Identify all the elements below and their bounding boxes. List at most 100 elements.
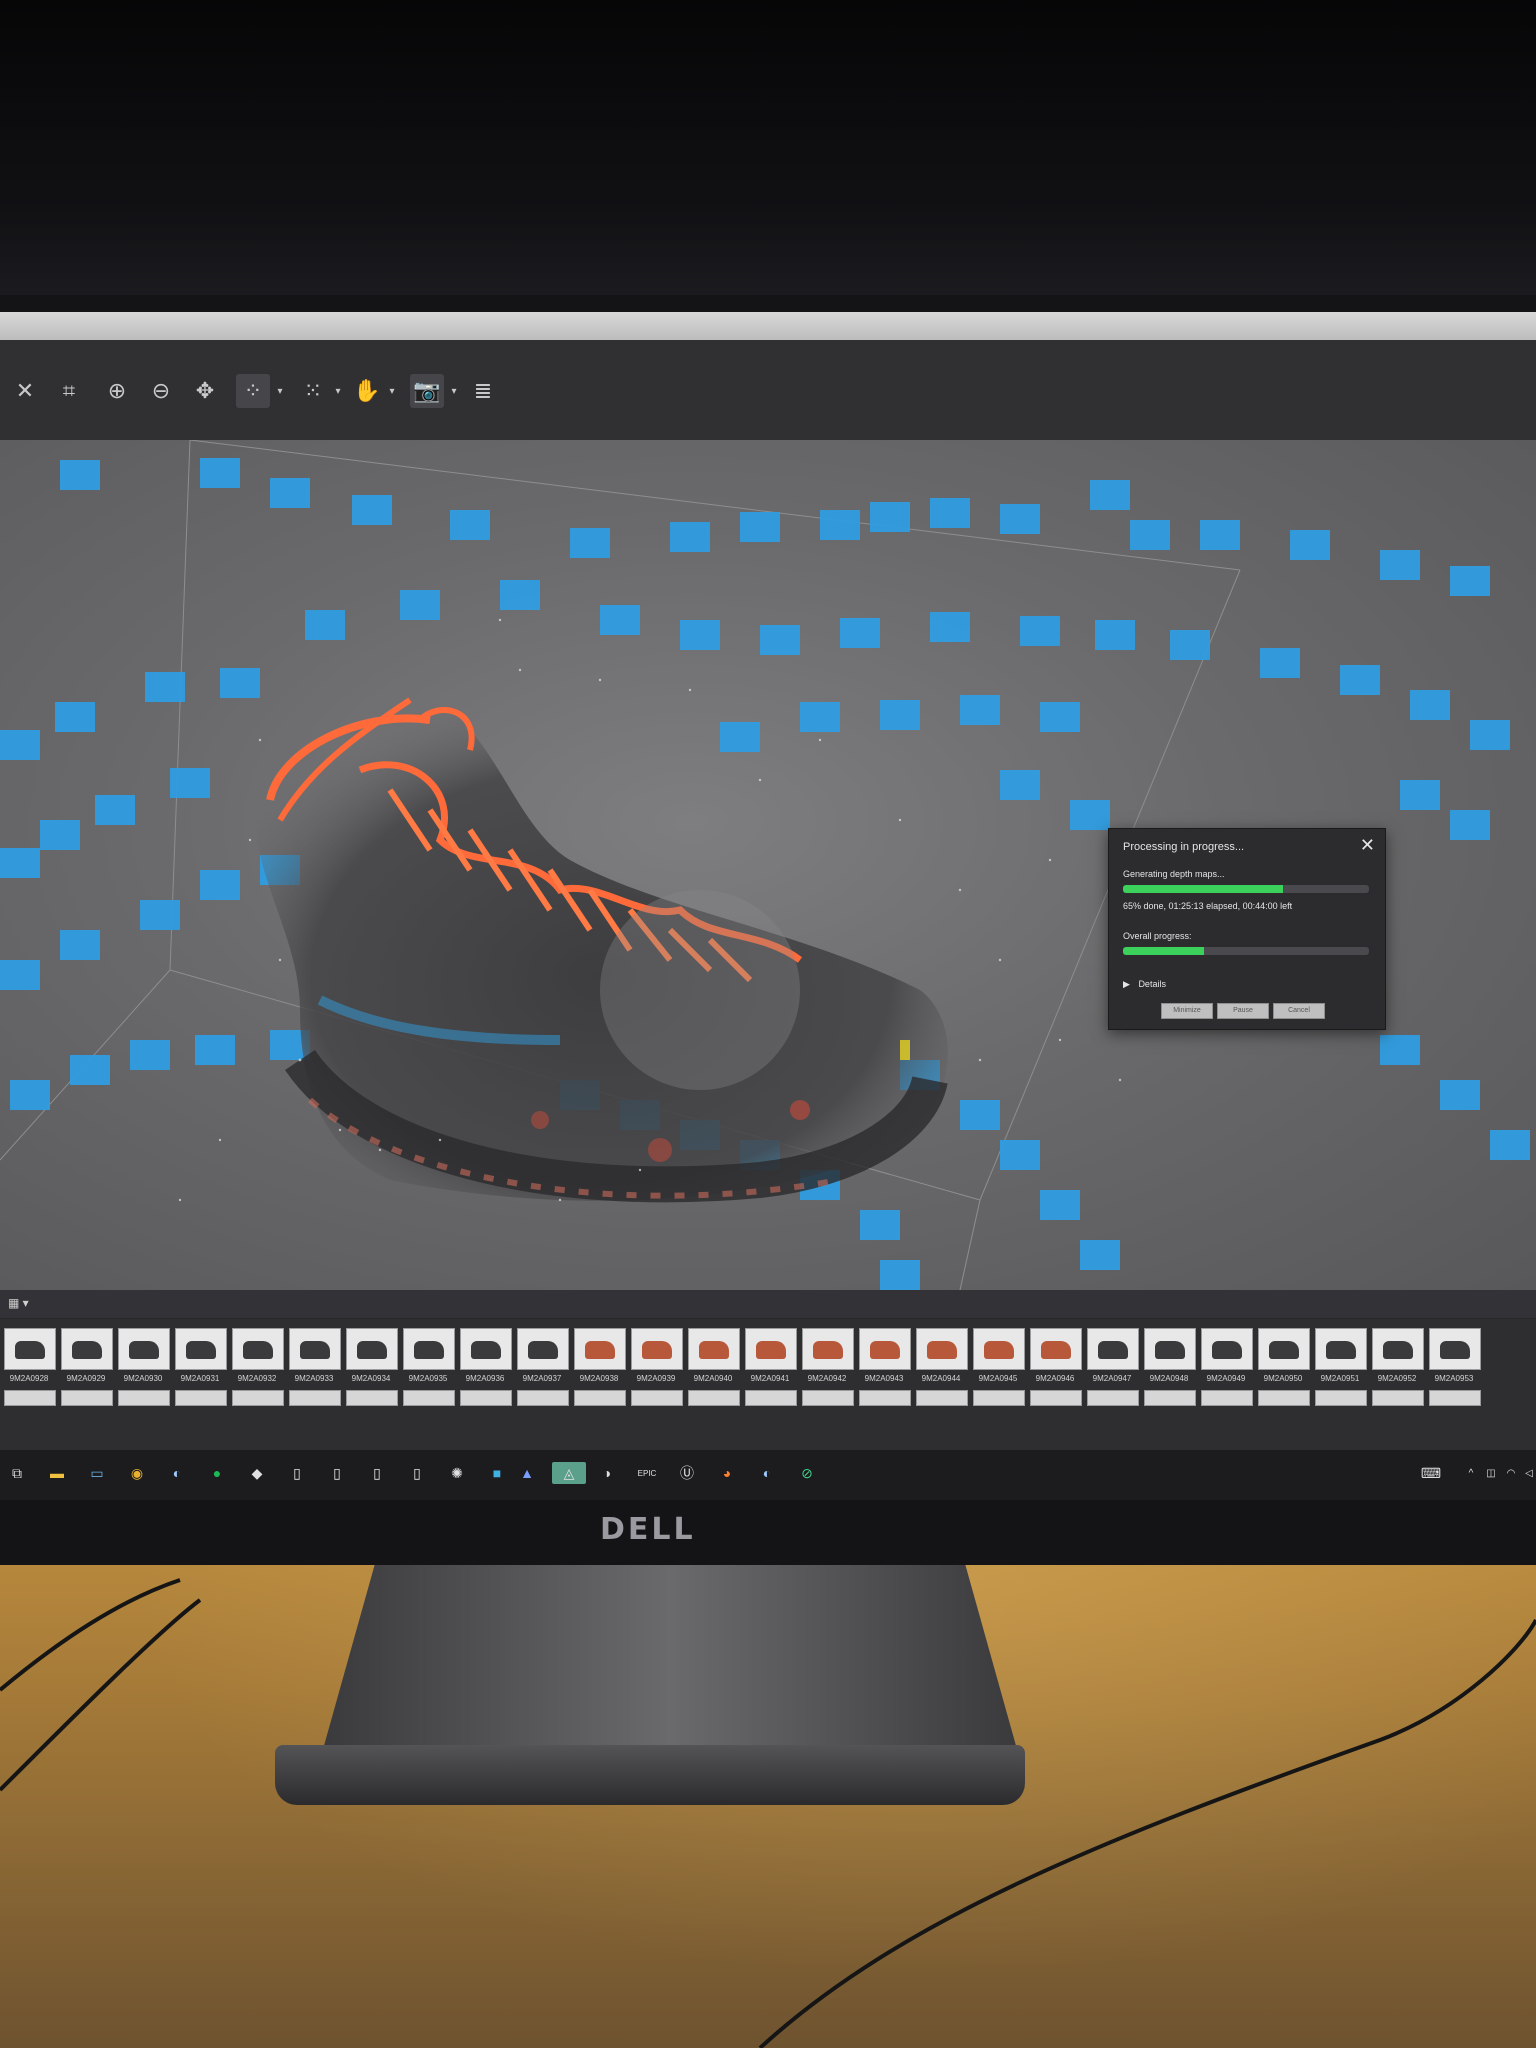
dots-grid-icon[interactable]: ⁘ [236,374,270,408]
app-icon[interactable]: ◆ [246,1462,268,1484]
app-icon[interactable]: ■ [486,1462,508,1484]
spotify-icon[interactable]: ● [206,1462,228,1484]
photo-thumbnail[interactable] [517,1390,569,1406]
photo-thumbnail[interactable] [517,1328,569,1370]
photo-thumbnail[interactable] [403,1328,455,1370]
photo-thumbnail[interactable] [973,1390,1025,1406]
photo-thumbnail[interactable] [1087,1390,1139,1406]
close-icon[interactable]: ✕ [8,374,42,408]
photo-thumbnail[interactable] [916,1390,968,1406]
aperture-icon[interactable]: ✺ [446,1462,468,1484]
photo-thumbnail[interactable] [460,1390,512,1406]
photo-thumbnail[interactable] [1315,1390,1367,1406]
photo-thumbnail-label: 9M2A0950 [1263,1374,1303,1383]
photo-thumbnail[interactable] [859,1390,911,1406]
chevron-down-icon[interactable]: ▾ [446,374,462,408]
chevron-up-icon[interactable]: ^ [1460,1462,1482,1484]
photo-thumbnail[interactable] [1258,1390,1310,1406]
document-icon[interactable]: ▯ [366,1462,388,1484]
photo-thumbnail[interactable] [61,1328,113,1370]
hand-icon[interactable]: ✋ [350,374,384,408]
photo-thumbnail[interactable] [688,1328,740,1370]
photo-thumbnail[interactable] [289,1390,341,1406]
document-icon[interactable]: ▯ [286,1462,308,1484]
minimize-button[interactable]: Minimize [1161,1003,1213,1019]
photo-thumbnail[interactable] [1087,1328,1139,1370]
photo-thumbnail[interactable] [4,1328,56,1370]
view-mode-icon[interactable]: ▦ ▾ [8,1296,29,1310]
photo-thumbnail[interactable] [175,1390,227,1406]
photo-thumbnail[interactable] [859,1328,911,1370]
photo-thumbnail[interactable] [232,1328,284,1370]
photo-thumbnail[interactable] [745,1328,797,1370]
photo-thumbnail[interactable] [346,1390,398,1406]
photo-thumbnail[interactable] [916,1328,968,1370]
photo-thumbnail[interactable] [574,1390,626,1406]
photos-icon[interactable]: ▭ [86,1462,108,1484]
file-explorer-icon[interactable]: ▬ [46,1462,68,1484]
photo-thumbnail[interactable] [232,1390,284,1406]
photo-thumbnail[interactable] [289,1328,341,1370]
details-toggle[interactable]: ▶ Details [1123,979,1166,990]
network-icon[interactable]: ◫ [1480,1462,1502,1484]
photo-thumbnail[interactable] [4,1390,56,1406]
task-view-icon[interactable]: ⧉ [6,1462,28,1484]
move-icon[interactable]: ✥ [188,374,222,408]
photo-thumbnail[interactable] [1315,1328,1367,1370]
photo-thumbnail[interactable] [1258,1328,1310,1370]
chevron-down-icon[interactable]: ▾ [330,374,346,408]
photo-thumbnail[interactable] [346,1328,398,1370]
app-icon[interactable]: ◑ [596,1462,618,1484]
layers-icon[interactable]: ≣ [466,374,500,408]
photo-thumbnail[interactable] [1030,1328,1082,1370]
photo-thumbnail[interactable] [1372,1328,1424,1370]
photo-thumbnail[interactable] [460,1328,512,1370]
photo-thumbnail[interactable] [802,1328,854,1370]
photo-thumbnail[interactable] [574,1328,626,1370]
photo-thumbnail[interactable] [118,1390,170,1406]
photo-thumbnail[interactable] [1144,1328,1196,1370]
photo-thumbnail[interactable] [175,1328,227,1370]
app-icon[interactable]: ▲ [516,1462,538,1484]
3d-viewport[interactable]: Processing in progress... ✕ Generating d… [0,440,1536,1290]
firefox-icon[interactable]: ◕ [716,1462,738,1484]
photo-thumbnail[interactable] [631,1328,683,1370]
photo-thumbnail[interactable] [1372,1390,1424,1406]
unreal-engine-icon[interactable]: Ⓤ [676,1462,698,1484]
chevron-down-icon[interactable]: ▾ [272,374,288,408]
chrome-icon[interactable]: ◉ [126,1462,148,1484]
zoom-out-icon[interactable]: ⊖ [144,374,178,408]
photo-thumbnail[interactable] [1429,1328,1481,1370]
metashape-icon[interactable]: ◬ [552,1462,586,1484]
photo-thumbnail[interactable] [1201,1390,1253,1406]
small-dots-grid-icon[interactable]: ⁙ [296,374,330,408]
pause-button[interactable]: Pause [1217,1003,1269,1019]
photo-thumbnail[interactable] [1144,1390,1196,1406]
zoom-in-icon[interactable]: ⊕ [100,374,134,408]
volume-icon[interactable]: ◁ [1518,1462,1536,1484]
photo-thumbnail[interactable] [802,1390,854,1406]
epic-games-icon[interactable]: EPIC [636,1462,658,1484]
crop-icon[interactable]: ⌗ [52,374,86,408]
document-icon[interactable]: ▯ [326,1462,348,1484]
chevron-down-icon[interactable]: ▾ [384,374,400,408]
document-icon[interactable]: ▯ [406,1462,428,1484]
app-icon[interactable]: ⊘ [796,1462,818,1484]
photo-thumbnail[interactable] [688,1390,740,1406]
keyboard-icon[interactable]: ⌨ [1420,1462,1442,1484]
photo-thumbnail[interactable] [1201,1328,1253,1370]
camera-icon[interactable]: 📷 [410,374,444,408]
photo-thumbnail[interactable] [118,1328,170,1370]
cancel-button[interactable]: Cancel [1273,1003,1325,1019]
cinema4d-icon[interactable]: ◐ [756,1462,778,1484]
photo-thumbnail[interactable] [1429,1390,1481,1406]
photo-thumbnail[interactable] [631,1390,683,1406]
cinema4d-icon[interactable]: ◐ [166,1462,188,1484]
photo-thumbnail[interactable] [745,1390,797,1406]
close-icon[interactable]: ✕ [1360,835,1375,856]
photo-thumbnail[interactable] [973,1328,1025,1370]
photo-thumbnail[interactable] [1030,1390,1082,1406]
photo-thumbnail[interactable] [403,1390,455,1406]
camera-marker [1020,616,1060,646]
photo-thumbnail[interactable] [61,1390,113,1406]
